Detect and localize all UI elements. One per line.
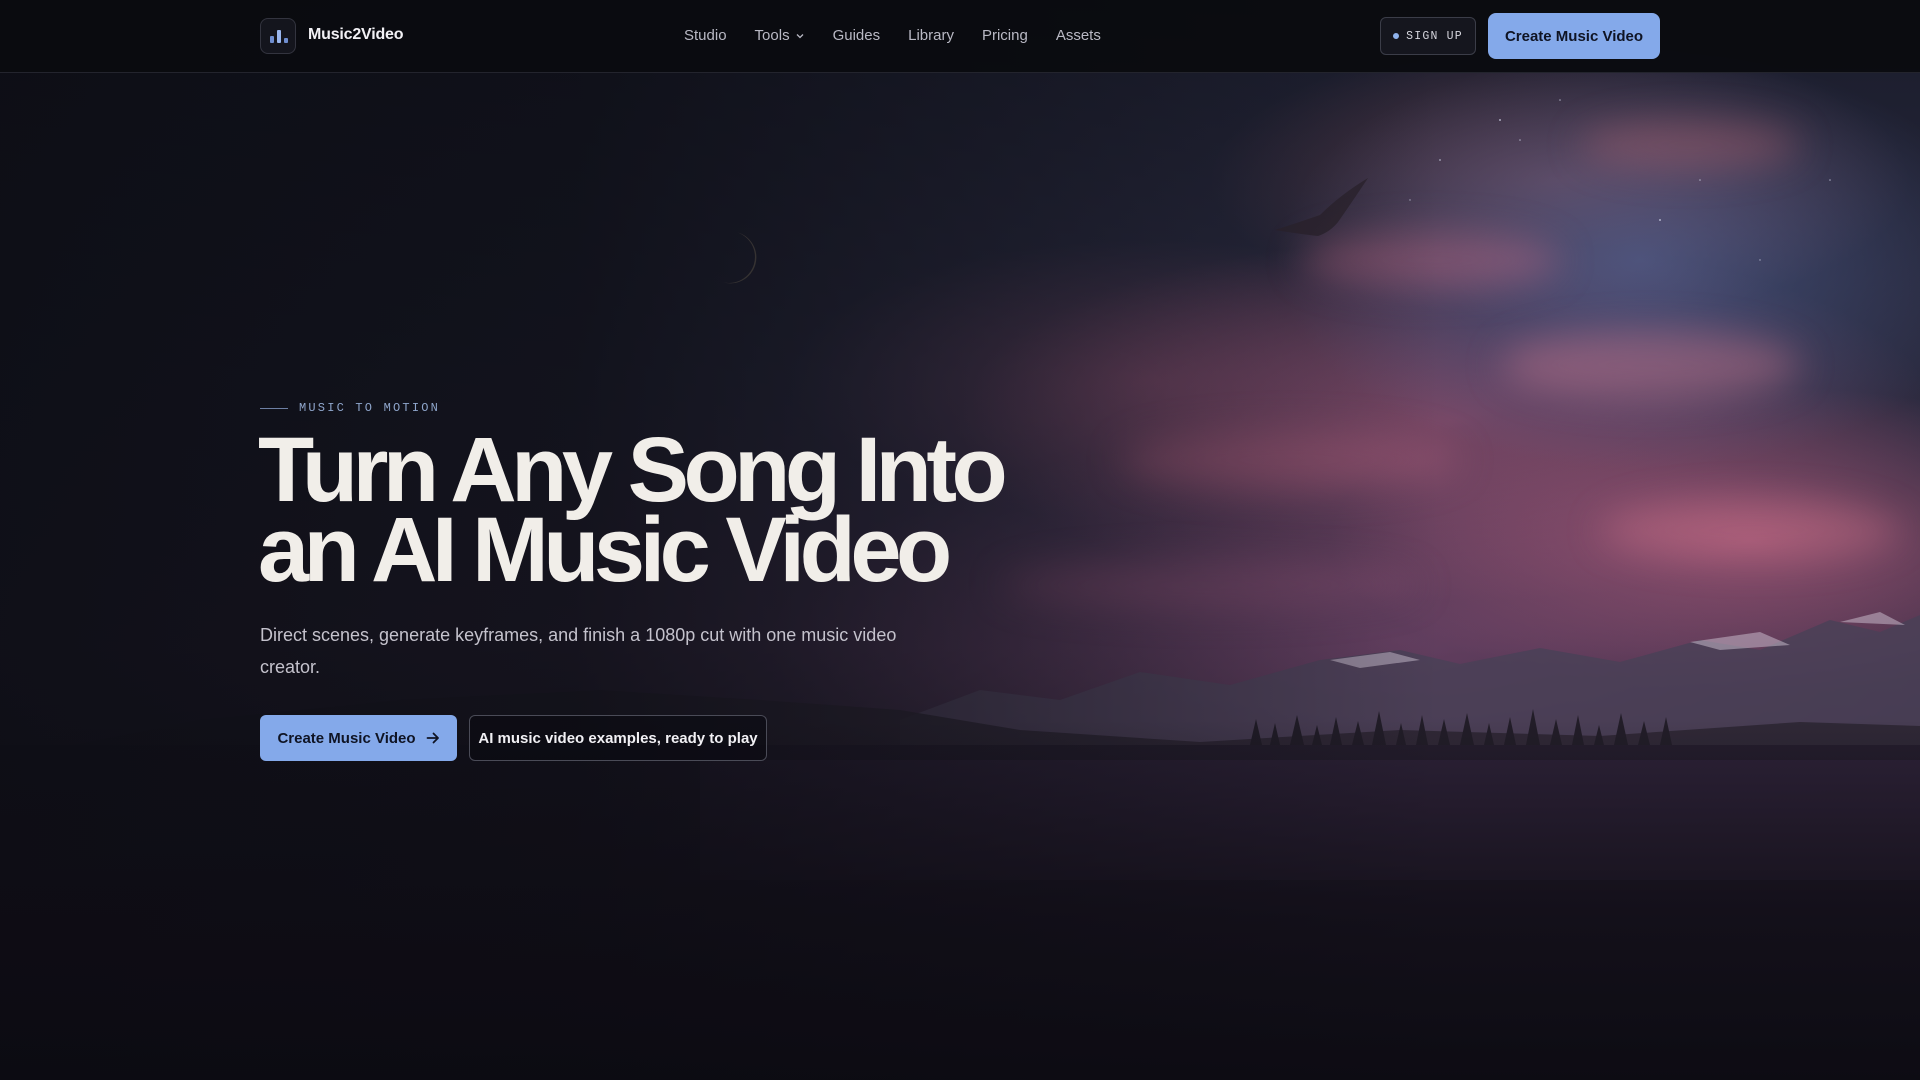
nav-studio[interactable]: Studio (684, 27, 727, 44)
hero-subtitle: Direct scenes, generate keyframes, and f… (260, 625, 897, 677)
headline-line-1: Turn Any Song Into (258, 419, 1008, 521)
create-music-video-header-button[interactable]: Create Music Video (1488, 13, 1660, 59)
nav-label: Studio (684, 27, 727, 44)
arrow-right-icon (426, 732, 439, 744)
create-music-video-button[interactable]: Create Music Video (260, 715, 457, 761)
nav-tools[interactable]: Tools (755, 27, 805, 44)
main-nav: Studio Tools Guides Library Pricing Asse… (684, 27, 1129, 44)
nav-label: Guides (832, 27, 881, 44)
nav-label: Pricing (981, 27, 1028, 44)
headline-line-2: an AI Music Video (258, 499, 952, 601)
nav-assets[interactable]: Assets (1056, 27, 1101, 44)
nav-label: Assets (1055, 27, 1101, 44)
nav-pricing[interactable]: Pricing (982, 27, 1028, 44)
sign-up-button[interactable]: SIGN UP (1380, 17, 1476, 55)
brand-name[interactable]: Music2Video (308, 26, 404, 44)
sign-up-label: SIGN UP (1406, 29, 1463, 43)
logo-bar (270, 36, 274, 43)
create-label: Create Music Video (1504, 27, 1644, 45)
brand-logo[interactable] (260, 18, 296, 54)
hero-headline: Turn Any Song Into an AI Music Video (258, 419, 1018, 601)
nav-library[interactable]: Library (908, 27, 954, 44)
logo-bar (277, 30, 281, 43)
primary-cta-label: Create Music Video (277, 729, 416, 747)
nav-label: Library (908, 27, 954, 44)
logo-bar (284, 38, 288, 43)
eyebrow-divider (260, 407, 288, 409)
eyebrow-label: MUSIC TO MOTION (299, 401, 441, 415)
secondary-cta-label: AI music video examples, ready to play (478, 729, 758, 747)
examples-button[interactable]: AI music video examples, ready to play (469, 715, 767, 761)
status-dot-icon (1393, 33, 1400, 39)
nav-label: Tools (754, 27, 790, 44)
hero-eyebrow: MUSIC TO MOTION (260, 401, 440, 415)
nav-guides[interactable]: Guides (833, 27, 881, 44)
chevron-down-icon (796, 33, 804, 38)
top-navbar: Music2Video Studio Tools Guides Library … (0, 0, 1920, 73)
